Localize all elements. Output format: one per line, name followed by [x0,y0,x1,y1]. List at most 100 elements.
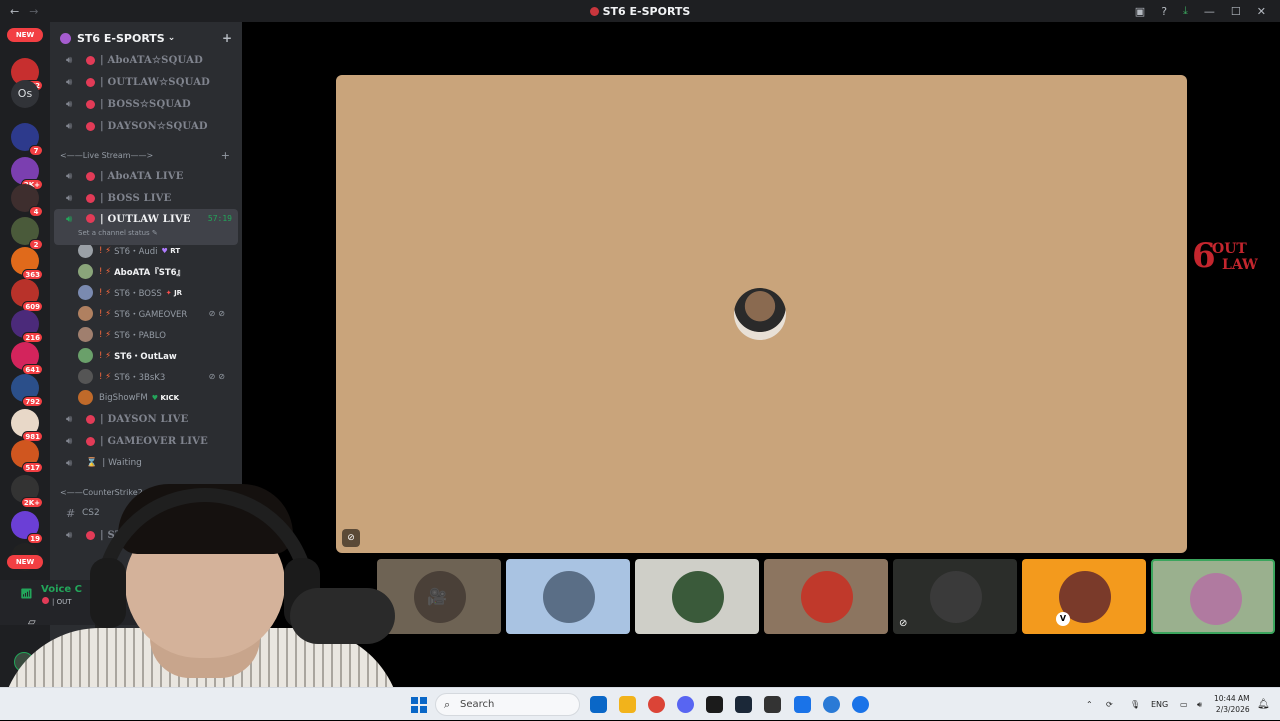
logo-text-bottom: LAW [1222,257,1258,273]
voice-channel-waiting[interactable]: 🔊︎ ⌛ | Waiting [54,452,238,474]
nav-controls: ← → [0,5,50,18]
server-icon[interactable]: 641 [11,342,43,375]
notification-icon[interactable]: 🔔︎ [1257,688,1270,721]
server-icon[interactable]: 2K+ [11,157,43,190]
username: AboATA『ST6』 [114,267,186,278]
server-icon[interactable]: 517 [11,440,43,473]
close-icon[interactable]: ✕ [1257,5,1266,18]
taskbar-app-icon[interactable] [823,696,840,713]
invite-people-icon[interactable]: + [222,31,232,45]
taskbar-app-icon[interactable] [794,696,811,713]
download-icon[interactable]: ⤓ [1183,4,1188,18]
channel-status-text: Set a channel status [78,229,150,237]
username: ST6・OutLaw [114,351,177,362]
voice-channel[interactable]: 🔊︎ | AboATA LIVE [54,165,238,187]
maximize-icon[interactable]: ☐ [1231,5,1241,18]
channel-status-link[interactable]: Set a channel status ✎ [78,229,158,237]
voice-channel[interactable]: 🔊︎ | DAYSON☆SQUAD [54,115,238,137]
channel-name: | BOSS LIVE [100,192,172,204]
server-icon[interactable]: 2 [11,217,43,250]
voice-channel[interactable]: 🔊︎ | DAYSON LIVE [54,408,238,430]
forward-arrow-icon[interactable]: → [29,5,38,18]
taskbar-app-icon[interactable] [590,696,607,713]
taskbar-app-icon[interactable] [852,696,869,713]
muted-deafened-icon: ⊘⊘ [208,309,228,318]
focused-participant-tile[interactable]: ⊘ [336,75,1187,553]
participant-tile[interactable] [764,559,888,634]
voice-channel[interactable]: 🔊︎ | BOSS LIVE [54,187,238,209]
minimize-icon[interactable]: — [1204,5,1215,18]
windows-start-icon[interactable] [411,697,427,713]
channel-dot [86,436,95,446]
voice-user[interactable]: ! ⚡ AboATA『ST6』 [50,261,242,282]
sync-icon[interactable]: ⟳ [1106,688,1113,721]
clock[interactable]: 10:44 AM 2/3/2026 [1214,693,1250,715]
taskbar-app-icon[interactable] [706,696,723,713]
participant-tile[interactable] [506,559,630,634]
user-tag: ✦ JR [166,289,182,297]
user-tag-text: KICK [160,393,180,402]
server-icon [589,6,599,16]
server-header-icon [60,32,71,44]
voice-channel[interactable]: 🔊︎ | AboATA☆SQUAD [54,49,238,71]
server-icon[interactable]: 7 [11,123,43,156]
headset-cup-left [90,558,126,628]
voice-user[interactable]: ! ⚡ ST6・OutLaw [50,345,242,366]
participant-tile[interactable] [1151,559,1275,634]
network-icon[interactable]: ▭ [1180,688,1188,721]
volume-icon[interactable]: 🔊︎ [1197,688,1202,721]
channel-dot [86,214,95,223]
channel-dot [86,414,95,424]
server-icon[interactable]: 609 [11,279,43,312]
participant-tile[interactable]: V [1022,559,1146,634]
username: ST6・3BsK3 [114,372,166,383]
channel-dot [86,77,95,87]
chevron-up-icon[interactable]: ⌃ [1086,688,1093,721]
channel-name: | OUTLAW☆SQUAD [100,76,211,88]
server-icon[interactable]: 981 [11,409,43,442]
user-prefix: ! ⚡ [99,329,112,340]
taskbar-app-icon[interactable] [735,696,752,713]
taskbar-app-icon[interactable] [648,696,665,713]
voice-channel[interactable]: 🔊︎ | OUTLAW☆SQUAD [54,71,238,93]
participant-avatar [801,571,853,623]
window-title-text: ST6 E-SPORTS [602,4,691,18]
user-avatar [78,390,93,405]
server-icon[interactable]: 792 [11,374,43,407]
voice-channel[interactable]: 🔊︎ | BOSS☆SQUAD [54,93,238,115]
squad-channels: 🔊︎ | AboATA☆SQUAD 🔊︎ | OUTLAW☆SQUAD 🔊︎ | BOSS… [50,49,242,137]
voice-user[interactable]: ! ⚡ ST6・3BsK3 ⊘⊘ [50,366,242,387]
voice-channel-active[interactable]: 🔊︎ | OUTLAW LIVE 57:19 Set a channel sta… [54,209,238,245]
participant-tile[interactable] [635,559,759,634]
inbox-icon[interactable]: ▣ [1135,5,1145,18]
taskbar-app-icon[interactable] [619,696,636,713]
voice-user[interactable]: ! ⚡ ST6・GAMEOVER ⊘⊘ [50,303,242,324]
add-channel-icon[interactable]: + [221,149,230,162]
user-avatar [78,243,93,258]
participant-avatar [930,571,982,623]
taskbar-app-icon[interactable] [764,696,781,713]
voice-channel[interactable]: 🔊︎ | GAMEOVER LIVE [54,430,238,452]
voice-user[interactable]: ! ⚡ ST6・PABLO [50,324,242,345]
username: ST6・BOSS [114,288,162,299]
search-box[interactable]: ⌕ Search [435,693,580,716]
server-icon[interactable]: 363 [11,247,43,280]
back-arrow-icon[interactable]: ← [10,5,19,18]
channel-dot [86,99,95,109]
participant-tile[interactable]: ⊘ [893,559,1017,634]
user-prefix: ! ⚡ [99,287,112,298]
category-live-stream[interactable]: <——Live Stream——> + [50,145,242,165]
voice-user[interactable]: BigShowFM ♥ KICK [50,387,242,408]
language-indicator[interactable]: ENG [1151,688,1168,721]
server-icon[interactable]: Os [11,80,39,108]
server-icon[interactable]: 4 [11,184,43,217]
taskbar-app-icon[interactable] [677,696,694,713]
mention-badge: 517 [22,462,43,473]
mic-icon[interactable]: 🎙︎ [1130,688,1140,721]
help-icon[interactable]: ? [1161,5,1167,18]
voice-user[interactable]: ! ⚡ ST6・BOSS ✦ JR [50,282,242,303]
new-badge-top[interactable]: NEW [7,28,43,42]
server-icon[interactable]: 216 [11,310,43,343]
clock-time: 10:44 AM [1214,694,1250,703]
search-label: Search [460,699,495,710]
